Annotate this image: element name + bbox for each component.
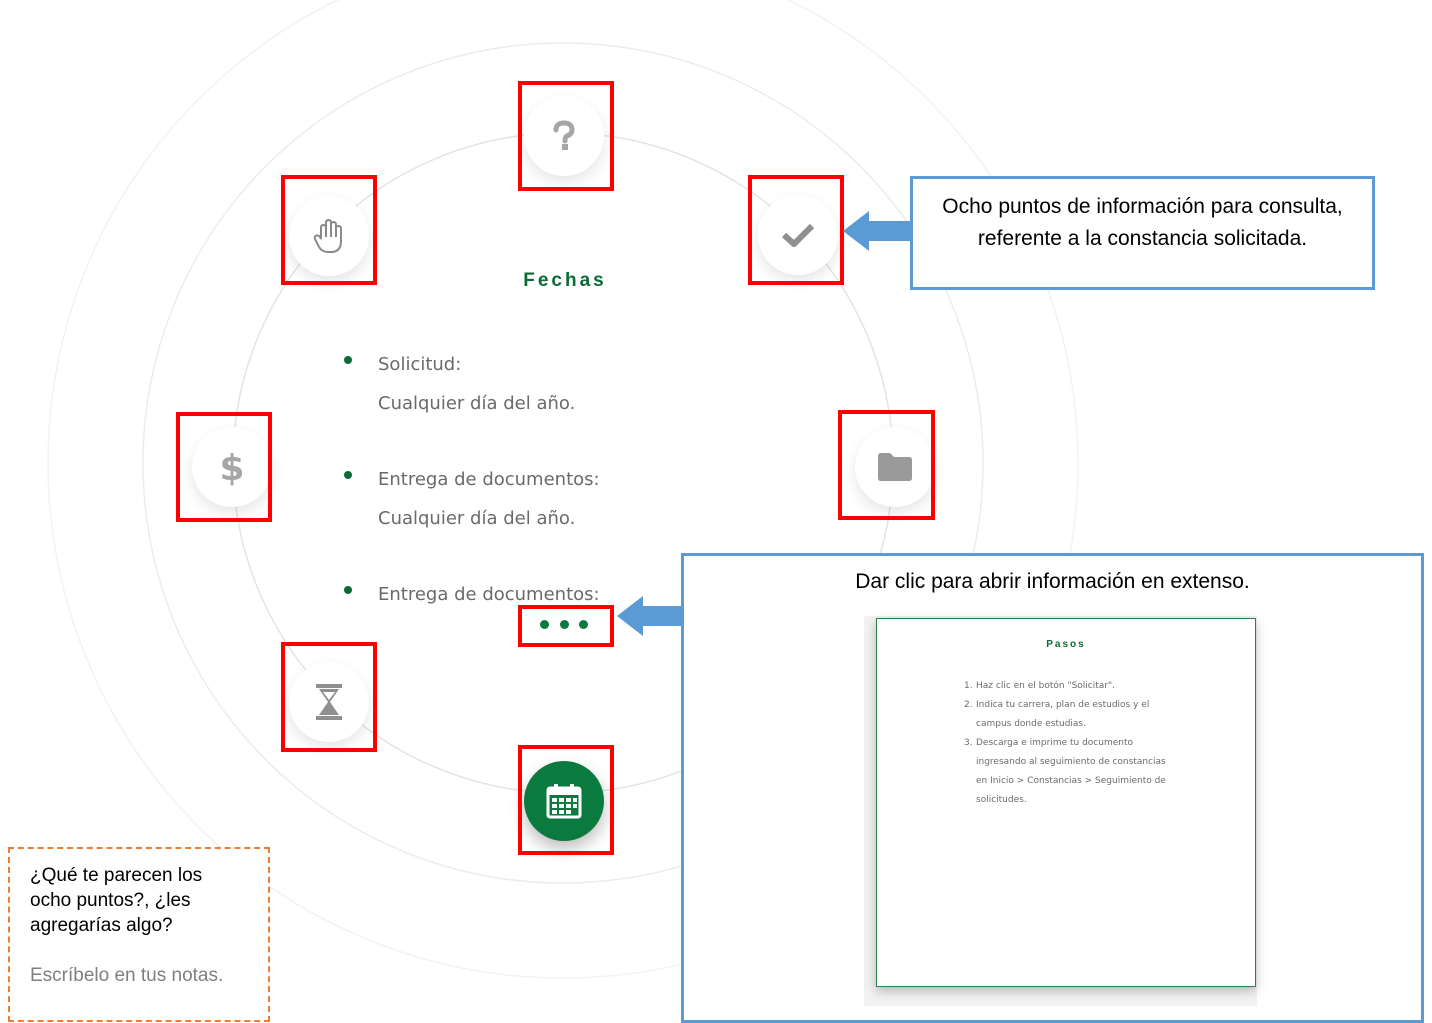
expanded-info-preview: Pasos 1. Haz clic en el botón "Solicitar… [876, 618, 1256, 987]
item-value: Cualquier día del año. [378, 393, 576, 414]
arrow-left-icon [617, 596, 685, 636]
info-point-question[interactable] [524, 96, 604, 176]
step-item: 3. Descarga e imprime tu documento ingre… [964, 738, 1166, 805]
bullet-icon [344, 586, 352, 594]
step-item: 1. Haz clic en el botón "Solicitar". [964, 681, 1115, 691]
calendar-icon [546, 784, 582, 819]
question-icon [553, 120, 575, 150]
ellipsis-icon[interactable] [540, 617, 588, 631]
folder-icon [878, 453, 912, 481]
hourglass-icon [316, 684, 342, 720]
note-hint: Escríbelo en tus notas. [30, 965, 224, 986]
info-point-dollar[interactable]: $ [192, 427, 272, 507]
preview-title: Pasos [1046, 639, 1086, 650]
hand-icon [313, 218, 342, 253]
callout-expand: Dar clic para abrir información en exten… [681, 553, 1424, 1023]
step-item: 2. Indica tu carrera, plan de estudios y… [964, 700, 1150, 729]
item-label: Entrega de documentos: [378, 469, 600, 490]
info-point-calendar[interactable] [524, 761, 604, 841]
list-item: Entrega de documentos: [330, 575, 650, 610]
list-item: Solicitud: Cualquier día del año. [330, 345, 650, 423]
info-point-hand[interactable] [289, 196, 369, 276]
note-question: ¿Qué te parecen los ocho puntos?, ¿les a… [30, 865, 203, 936]
info-point-folder[interactable] [855, 427, 935, 507]
check-icon [781, 223, 815, 247]
info-point-hourglass[interactable] [289, 662, 369, 742]
arrow-left-icon [843, 211, 913, 251]
panel-title: Fechas [523, 270, 607, 291]
bullet-icon [344, 356, 352, 364]
callout-points: Ocho puntos de información para consulta… [910, 176, 1375, 290]
item-label: Solicitud: [378, 354, 462, 375]
callout-expand-text: Dar clic para abrir información en exten… [855, 570, 1250, 593]
fechas-list: Solicitud: Cualquier día del año. Entreg… [330, 345, 650, 610]
info-point-check[interactable] [758, 195, 838, 275]
item-value: Cualquier día del año. [378, 508, 576, 529]
item-label: Entrega de documentos: [378, 584, 600, 605]
svg-text:$: $ [219, 448, 244, 487]
reflection-note: ¿Qué te parecen los ocho puntos?, ¿les a… [8, 847, 270, 1022]
dollar-icon: $ [219, 448, 244, 487]
bullet-icon [344, 471, 352, 479]
list-item: Entrega de documentos: Cualquier día del… [330, 460, 650, 538]
steps-list: 1. Haz clic en el botón "Solicitar". 2. … [964, 677, 1194, 810]
